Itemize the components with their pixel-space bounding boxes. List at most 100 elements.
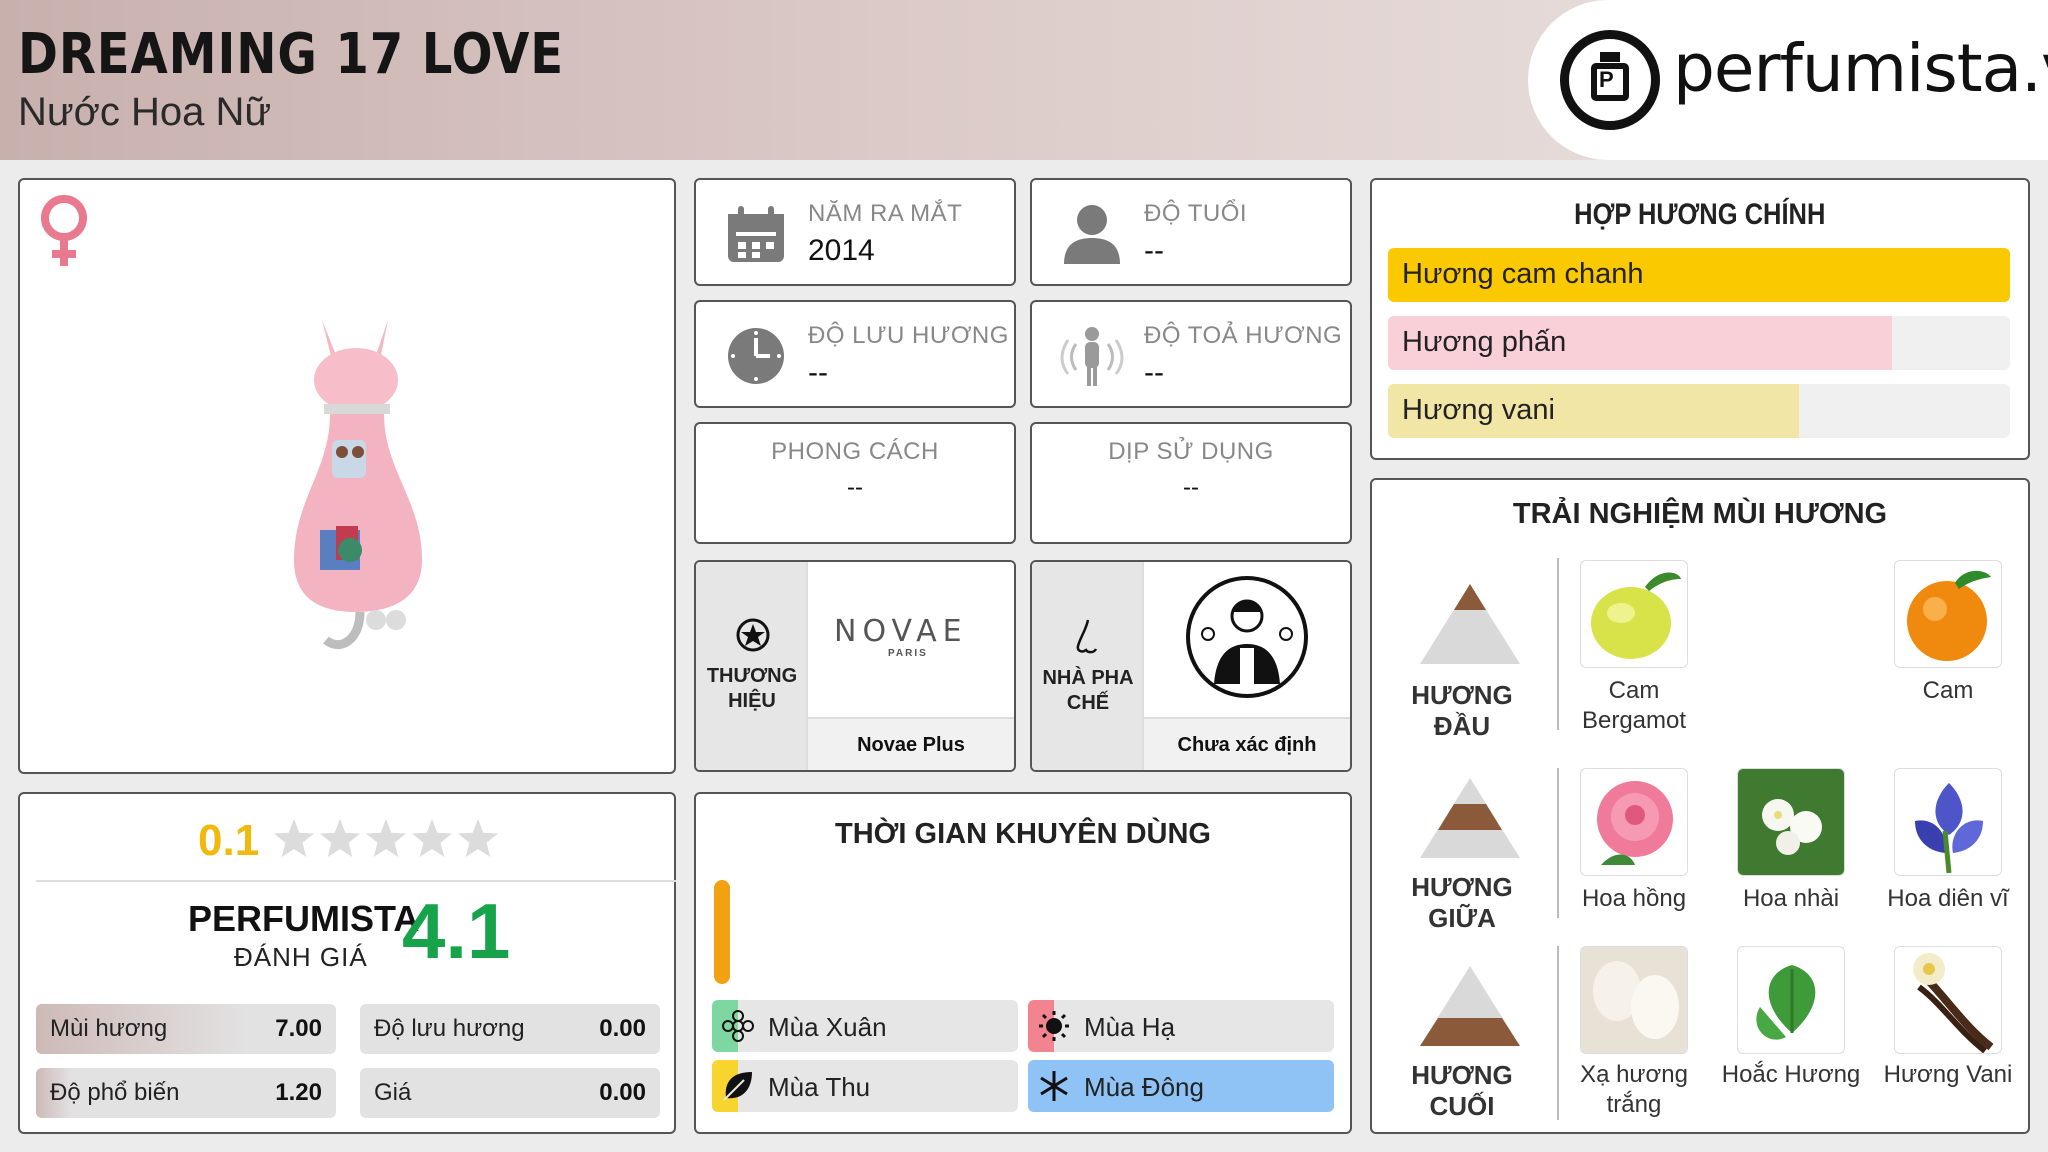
style-card: PHONG CÁCH -- (694, 422, 1016, 544)
stat-scent-label: Mùi hương (50, 1015, 168, 1042)
accord-bar-vanilla: Hương vani (1388, 384, 2010, 438)
rating-star-icon[interactable] (320, 819, 360, 857)
perfume-subtitle: Nước Hoa Nữ (18, 90, 272, 134)
occasion-label: DỊP SỬ DỤNG (1108, 438, 1274, 465)
scent-experience-card: TRẢI NGHIỆM MÙI HƯƠNG HƯƠNG ĐẦU Cam Berg… (1370, 478, 2030, 1134)
longevity-card: ĐỘ LƯU HƯƠNG -- (694, 300, 1016, 408)
note-patchouli-image (1737, 946, 1845, 1054)
leaf-icon (723, 1072, 752, 1101)
brand-logo-text: NOVAE (834, 614, 968, 649)
release-year-value: 2014 (808, 234, 875, 267)
main-accords-card: HỢP HƯƠNG CHÍNH Hương cam chanh Hương ph… (1370, 178, 2030, 460)
female-icon (41, 195, 87, 266)
age-value: -- (1144, 234, 1164, 267)
recommended-time-card: THỜI GIAN KHUYÊN DÙNG Mùa Xuân Mùa Hạ Mù… (694, 792, 1352, 1134)
note-orange-label: Cam (1922, 677, 1974, 704)
rating-star-icon[interactable] (366, 819, 406, 857)
base-notes-label: HƯƠNG CUỐI (1411, 1060, 1513, 1121)
stat-price-label: Giá (374, 1079, 412, 1106)
season-spring-label: Mùa Xuân (768, 1012, 887, 1042)
note-vanilla-label: Hương Vani (1883, 1061, 2013, 1088)
age-label: ĐỘ TUỔI (1144, 200, 1248, 227)
perfumista-sub-label: ĐÁNH GIÁ (234, 942, 368, 972)
pyramid-top-icon (1420, 584, 1520, 664)
note-white-musk-image (1580, 946, 1688, 1054)
sun-icon (1039, 1011, 1069, 1041)
star-badge-icon (736, 618, 770, 652)
rating-card: 0.1 PERFUMISTA ĐÁNH GIÁ 4.1 Mùi hương 7.… (18, 792, 676, 1134)
note-orange-image (1894, 560, 2002, 668)
note-bergamot-image (1580, 560, 1688, 668)
perfumer-image (1144, 562, 1350, 717)
rating-star-icon[interactable] (274, 819, 314, 857)
accord-label: Hương vani (1402, 394, 1555, 426)
header: DREAMING 17 LOVE Nước Hoa Nữ P perfumist… (0, 0, 2048, 160)
perfumista-score: 4.1 (402, 887, 511, 975)
day-indicator-bar (714, 880, 730, 984)
longevity-value: -- (808, 356, 828, 389)
note-vanilla-image (1894, 946, 2002, 1054)
stat-longevity: Độ lưu hương 0.00 (360, 1004, 660, 1054)
stat-scent-value: 7.00 (275, 1015, 322, 1042)
rating-star-icon[interactable] (458, 819, 498, 857)
sillage-person-icon (1060, 327, 1124, 386)
season-winter: Mùa Đông (1028, 1060, 1334, 1112)
pyramid-base-icon (1420, 966, 1520, 1046)
perfume-bottle-image (294, 320, 422, 650)
style-label: PHONG CÁCH (771, 438, 939, 465)
accord-bar-citrus: Hương cam chanh (1388, 248, 2010, 302)
brand-card[interactable]: THƯƠNG HIỆU NOVAE PARIS Novae Plus (694, 560, 1016, 772)
perfumer-card[interactable]: NHÀ PHA CHẾ Chưa xác định (1030, 560, 1352, 772)
occasion-value: -- (1183, 474, 1199, 501)
accord-bar-powdery: Hương phấn (1388, 316, 2010, 370)
style-value: -- (847, 474, 863, 501)
stat-longevity-value: 0.00 (599, 1015, 646, 1042)
notes-title: TRẢI NGHIỆM MÙI HƯƠNG (1512, 498, 1888, 530)
flower-icon (722, 1010, 754, 1042)
pyramid-middle-icon (1420, 778, 1520, 858)
note-bergamot-label: Cam Bergamot (1581, 677, 1687, 734)
product-image-card (18, 178, 676, 774)
logo-text: perfumista.vn (1673, 30, 2048, 107)
sillage-value: -- (1144, 356, 1164, 389)
perfume-bottle-logo-icon: P (1560, 30, 1660, 130)
release-year-label: NĂM RA MẮT (808, 200, 963, 227)
occasion-card: DỊP SỬ DỤNG -- (1030, 422, 1352, 544)
season-summer-label: Mùa Hạ (1084, 1012, 1176, 1042)
calendar-icon (728, 206, 784, 262)
top-notes-label: HƯƠNG ĐẦU (1411, 680, 1513, 741)
accord-label: Hương cam chanh (1402, 258, 1644, 290)
season-winter-label: Mùa Đông (1084, 1072, 1204, 1102)
seasons-title: THỜI GIAN KHUYÊN DÙNG (835, 818, 1211, 850)
stat-popularity: Độ phổ biến 1.20 (36, 1068, 336, 1118)
brand-label-line1: THƯƠNG (706, 665, 798, 687)
season-summer: Mùa Hạ (1028, 1000, 1334, 1052)
site-logo[interactable]: P perfumista.vn (1528, 0, 2048, 160)
note-iris-image (1894, 768, 2002, 876)
middle-notes-label: HƯƠNG GIỮA (1411, 872, 1513, 933)
note-jasmine-image (1737, 768, 1845, 876)
stat-popularity-value: 1.20 (275, 1079, 322, 1106)
brand-logo: NOVAE PARIS (808, 562, 1014, 717)
rating-star-icon[interactable] (412, 819, 452, 857)
stat-longevity-label: Độ lưu hương (374, 1015, 525, 1042)
stat-popularity-label: Độ phổ biến (50, 1079, 180, 1106)
sillage-card: ĐỘ TOẢ HƯƠNG -- (1030, 300, 1352, 408)
user-rating-stars[interactable] (272, 816, 508, 864)
brand-logo-sub: PARIS (888, 648, 928, 659)
sillage-label: ĐỘ TOẢ HƯƠNG (1144, 322, 1343, 349)
perfumer-label-line2: CHẾ (1066, 692, 1110, 714)
note-rose-image (1580, 768, 1688, 876)
note-white-musk-label: Xạ hương trắng (1580, 1061, 1688, 1118)
perfumista-label: PERFUMISTA (188, 898, 420, 939)
note-rose-label: Hoa hồng (1581, 885, 1687, 912)
season-spring: Mùa Xuân (712, 1000, 1018, 1052)
note-iris-label: Hoa diên vĩ (1887, 885, 2009, 912)
stat-price-value: 0.00 (599, 1079, 646, 1106)
age-card: ĐỘ TUỔI -- (1030, 178, 1352, 286)
note-patchouli-label: Hoắc Hương (1721, 1061, 1861, 1088)
release-year-card: NĂM RA MẮT 2014 (694, 178, 1016, 286)
perfume-title: DREAMING 17 LOVE (18, 22, 565, 87)
brand-name: Novae Plus (808, 717, 1014, 770)
user-icon (1064, 205, 1120, 264)
